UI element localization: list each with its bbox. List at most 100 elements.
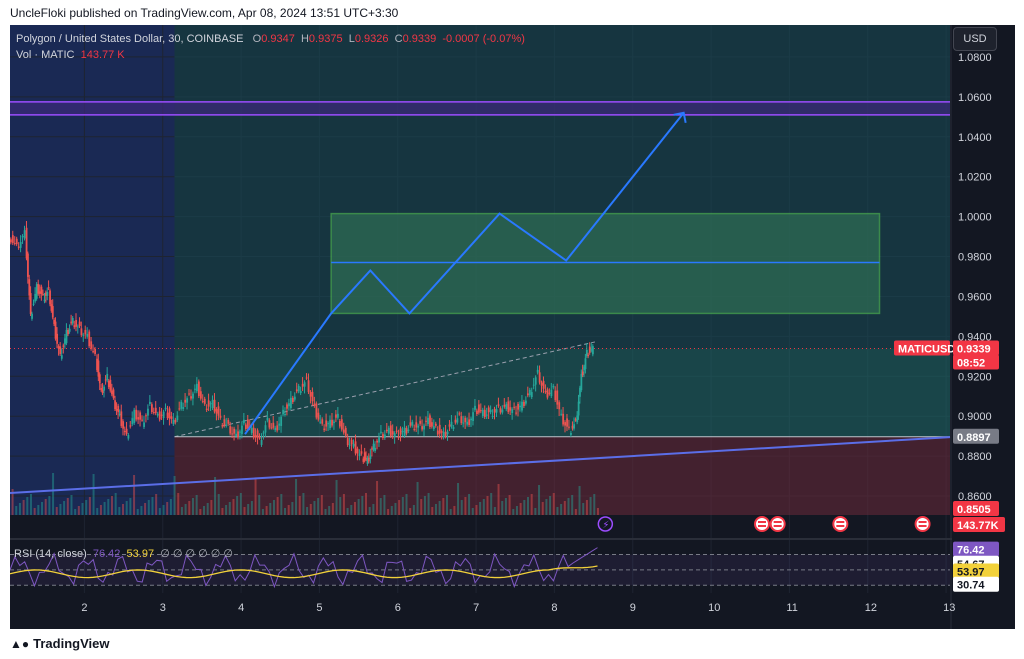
candle-body bbox=[528, 389, 531, 396]
chart-canvas[interactable]: ⚡ 1.0800 1.0600 1.0400 1.0200 1.0000 0.9800 0.9… bbox=[10, 25, 1015, 629]
volume-bar bbox=[166, 502, 169, 515]
candle-body bbox=[160, 414, 163, 416]
volume-bar bbox=[409, 508, 412, 515]
candle-body bbox=[590, 349, 593, 351]
candle-body bbox=[264, 425, 267, 433]
candle-body bbox=[401, 431, 404, 433]
rsi-label: RSI (14, close) bbox=[14, 548, 87, 560]
candle-body bbox=[40, 286, 43, 294]
x-tick-label: 3 bbox=[160, 602, 166, 614]
price-axis-bg bbox=[952, 25, 1015, 629]
candle-body bbox=[525, 400, 527, 404]
volume-bar bbox=[191, 498, 194, 515]
volume-bar bbox=[33, 508, 36, 515]
accumulation-zone-box bbox=[330, 212, 881, 315]
candle-body bbox=[172, 419, 175, 424]
candle-body bbox=[284, 414, 286, 416]
volume-bar bbox=[239, 493, 242, 515]
volume-bar bbox=[567, 498, 570, 515]
change-value: -0.0007 (-0.07%) bbox=[442, 33, 525, 45]
candle-body bbox=[137, 417, 140, 420]
volume-bar bbox=[306, 507, 309, 515]
candle-body bbox=[32, 303, 35, 305]
x-tick-label: 4 bbox=[238, 602, 244, 614]
candle-body bbox=[584, 358, 587, 370]
volume-bar bbox=[394, 503, 397, 515]
volume-bar bbox=[482, 499, 485, 515]
us-flag-icon-stripe bbox=[758, 521, 766, 523]
candle-body bbox=[376, 440, 379, 443]
volume-bar bbox=[254, 478, 257, 515]
volume-bar bbox=[74, 509, 77, 515]
y-tick-label: 0.8800 bbox=[958, 451, 992, 463]
candle-body bbox=[468, 419, 471, 425]
candle-body bbox=[188, 393, 191, 395]
rsi-axis-ma-value: 53.97 bbox=[957, 566, 985, 578]
candle-body bbox=[499, 408, 502, 413]
volume-bar bbox=[103, 502, 106, 515]
candle-body bbox=[145, 415, 147, 417]
x-tick-label: 7 bbox=[473, 602, 479, 614]
volume-bar bbox=[298, 496, 301, 515]
symbol-price-tag: MATICUSD bbox=[898, 344, 955, 356]
candle-body bbox=[581, 371, 584, 376]
candle-body bbox=[104, 379, 107, 381]
candle-body bbox=[440, 431, 443, 433]
date-range-highlight bbox=[10, 25, 175, 515]
volume-bar bbox=[530, 494, 533, 515]
candle-body bbox=[90, 341, 93, 349]
candle-body bbox=[556, 390, 559, 405]
volume-bar bbox=[85, 500, 88, 515]
candle-body bbox=[101, 389, 104, 394]
candle-body bbox=[29, 293, 32, 315]
us-flag-icon-stripe bbox=[773, 521, 782, 523]
volume-bar bbox=[221, 508, 224, 515]
candle-body bbox=[421, 426, 424, 430]
volume-bar bbox=[63, 501, 66, 515]
candle-body bbox=[286, 404, 288, 409]
candle-body bbox=[205, 408, 208, 411]
candle-body bbox=[409, 422, 412, 426]
us-flag-icon-stripe bbox=[836, 525, 845, 527]
candle-body bbox=[319, 421, 322, 423]
candle-body bbox=[588, 346, 591, 353]
y-tick-label: 0.9600 bbox=[958, 291, 992, 303]
currency-button[interactable]: USD bbox=[953, 27, 997, 51]
volume-bar bbox=[361, 496, 364, 515]
volume-bar bbox=[541, 502, 544, 515]
volume-bar bbox=[527, 497, 529, 515]
volume-bar bbox=[70, 495, 73, 515]
candle-body bbox=[560, 413, 563, 415]
candle-body bbox=[158, 411, 161, 420]
candle-body bbox=[438, 424, 441, 434]
candle-body bbox=[573, 424, 576, 429]
us-flag-icon-stripe bbox=[836, 521, 845, 523]
candle-body bbox=[521, 401, 523, 411]
candle-body bbox=[562, 413, 565, 425]
volume-bar bbox=[280, 494, 283, 515]
candle-body bbox=[478, 404, 480, 413]
volume-bar bbox=[41, 502, 44, 515]
volume-bar bbox=[195, 495, 198, 515]
volume-bar bbox=[184, 504, 187, 515]
candle-body bbox=[587, 354, 590, 357]
chart-frame[interactable]: ⚡ 1.0800 1.0600 1.0400 1.0200 1.0000 0.9800 0.9… bbox=[10, 25, 1015, 629]
candle-body bbox=[56, 333, 59, 344]
candle-body bbox=[178, 408, 181, 410]
candle-body bbox=[92, 351, 95, 353]
volume-bar bbox=[468, 494, 471, 515]
candle-body bbox=[303, 382, 306, 387]
candle-body bbox=[558, 402, 561, 410]
candle-body bbox=[149, 401, 151, 404]
candle-body bbox=[407, 429, 410, 432]
volume-bar bbox=[118, 507, 121, 515]
close-value: 0.9339 bbox=[402, 33, 437, 45]
candle-body bbox=[23, 230, 26, 239]
support-price-label: 0.8897 bbox=[957, 432, 991, 444]
volume-bar bbox=[545, 499, 548, 515]
candle-body bbox=[288, 403, 290, 407]
candle-body bbox=[235, 433, 238, 437]
candle-body bbox=[115, 409, 118, 411]
candle-body bbox=[86, 333, 89, 337]
x-tick-label: 12 bbox=[865, 602, 877, 614]
